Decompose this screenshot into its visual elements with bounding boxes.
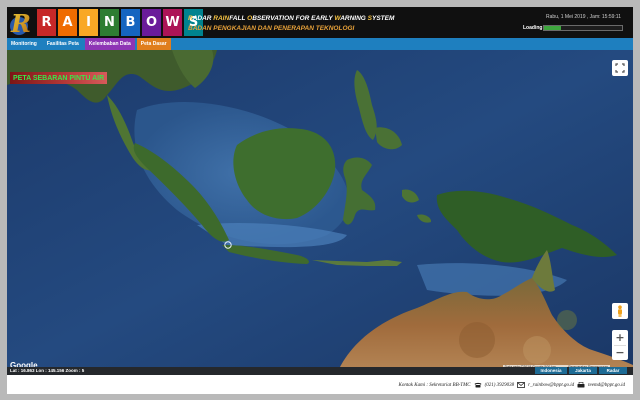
contact-info: Kontak Kami : Sekretariat BB-TMC (021) 3…	[399, 382, 625, 388]
loading-progress-bar	[543, 25, 623, 31]
street-view-button[interactable]	[612, 303, 628, 319]
fullscreen-icon	[615, 63, 625, 73]
indonesia-button[interactable]: Indonesia	[535, 367, 567, 374]
nav-item-peta-dasar[interactable]: Peta Dasar	[136, 38, 171, 50]
phone-icon	[474, 382, 482, 388]
title-fragment: YSTEM	[371, 15, 395, 22]
loading-progress-fill	[544, 26, 562, 30]
email-icon	[517, 382, 526, 388]
map-title: PETA SEBARAN PINTU AIR	[10, 72, 108, 84]
zoom-out-button[interactable]: −	[612, 346, 628, 361]
title-fragment: BSERVATION FOR EARLY	[252, 15, 335, 22]
nav-item-kelembaban-data[interactable]: Kelembaban Data	[84, 38, 135, 50]
fullscreen-button[interactable]	[612, 60, 628, 76]
radar-button[interactable]: Radar	[599, 367, 627, 374]
logo-letter: N	[100, 9, 119, 36]
phone-number: (021) 3929038	[484, 382, 515, 388]
svg-text:R: R	[10, 9, 31, 37]
main-nav: Monitoring Fasilitas Peta Kelembaban Data P…	[7, 38, 633, 50]
zoom-control: + −	[612, 330, 628, 360]
loading-label: Loading	[523, 25, 543, 31]
agency-title: BADAN PENGKAJIAN DAN PENERAPAN TEKNOLOGI	[188, 25, 355, 32]
satellite-map[interactable]: PETA SEBARAN PINTU AIR + − Google Data p…	[7, 50, 633, 373]
title-fragment: FALL	[229, 15, 248, 22]
app-title: RADAR RAINFALL OBSERVATION FOR EARLY WAR…	[188, 15, 394, 22]
map-imagery	[7, 50, 633, 373]
footer: Kontak Kami : Sekretariat BB-TMC (021) 3…	[7, 375, 633, 394]
fax-link[interactable]: teemd@bppt.go.id	[588, 383, 625, 388]
zoom-in-button[interactable]: +	[612, 330, 628, 345]
logo-letter: W	[163, 9, 182, 36]
logo-letter: R	[37, 9, 56, 36]
app-header: R RAINBOWS RADAR RAINFALL OBSERVATION FO…	[7, 7, 633, 38]
nav-item-monitoring[interactable]: Monitoring	[7, 38, 41, 50]
logo-letter: B	[121, 9, 140, 36]
nav-item-fasilitas-peta[interactable]: Fasilitas Peta	[42, 38, 83, 50]
title-fragment: ADAR	[192, 15, 214, 22]
logo-letter: O	[142, 9, 161, 36]
pegman-icon	[618, 305, 622, 317]
logo-letters: RAINBOWS	[37, 9, 203, 36]
jakarta-button[interactable]: Jakarta	[569, 367, 597, 374]
status-bar: Lat : 16.863 Lon : 145.156 Zoom : 5 Indo…	[7, 367, 633, 375]
title-fragment: ARNING	[340, 15, 368, 22]
coordinates-readout: Lat : 16.863 Lon : 145.156 Zoom : 5	[10, 368, 85, 373]
rainbow-logo-icon: R	[10, 9, 31, 37]
fax-icon	[577, 382, 585, 388]
logo-letter: I	[79, 9, 98, 36]
datetime-text: Rabu, 1 Mei 2019 , Jam: 15:59:11	[546, 14, 621, 20]
logo-letter: A	[58, 9, 77, 36]
app-frame: R RAINBOWS RADAR RAINFALL OBSERVATION FO…	[7, 7, 633, 394]
title-fragment: RAIN	[213, 15, 230, 22]
contact-label: Kontak Kami : Sekretariat BB-TMC	[398, 382, 471, 388]
email-link[interactable]: r_rainbow@bppt.go.id	[528, 383, 574, 388]
